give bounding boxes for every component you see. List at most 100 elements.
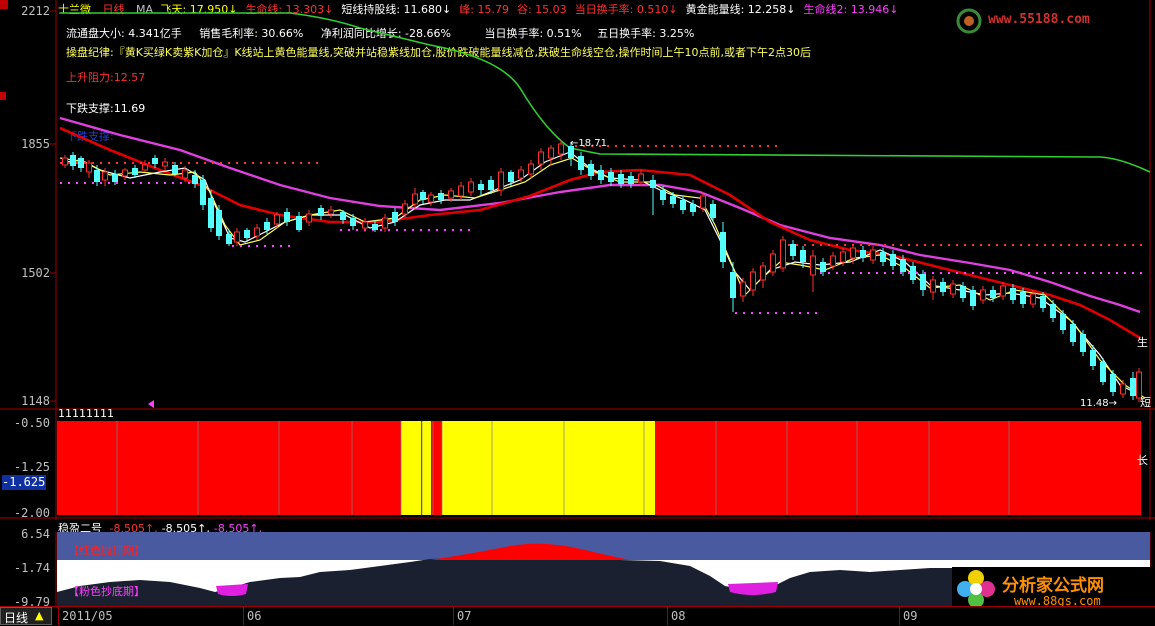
dot: [639, 145, 641, 147]
dot: [232, 245, 234, 247]
candle-body: [458, 185, 464, 197]
candle: [498, 168, 504, 196]
dot: [796, 244, 798, 246]
candle: [950, 280, 956, 298]
dot: [868, 244, 870, 246]
dot: [916, 244, 918, 246]
dot: [892, 272, 894, 274]
candle-body: [1100, 362, 1106, 382]
candle: [362, 218, 368, 232]
signal-yellow-band: [422, 421, 431, 515]
candle-body: [200, 180, 206, 205]
candle: [142, 160, 148, 172]
candle-body: [538, 151, 544, 165]
candle: [216, 205, 222, 240]
dot: [788, 244, 790, 246]
dot: [188, 182, 190, 184]
dot: [1068, 244, 1070, 246]
dot: [703, 145, 705, 147]
dot: [148, 182, 150, 184]
dot: [815, 312, 817, 314]
dot: [988, 244, 990, 246]
dot: [248, 245, 250, 247]
candle: [588, 160, 594, 180]
dot: [244, 162, 246, 164]
dot: [108, 162, 110, 164]
dot: [956, 272, 958, 274]
signal-panel[interactable]: [0, 410, 1155, 520]
candle-body: [1030, 293, 1036, 305]
dot: [964, 244, 966, 246]
dot: [876, 244, 878, 246]
candle: [328, 206, 334, 218]
dot: [252, 162, 254, 164]
price-chart[interactable]: ←18.71 11.48→ 生短: [0, 0, 1155, 410]
dot: [980, 272, 982, 274]
high-annotation: ←18.71: [570, 138, 607, 149]
x-axis-label: 07: [457, 609, 472, 623]
dot: [1028, 244, 1030, 246]
dot: [972, 272, 974, 274]
candle: [208, 190, 214, 232]
candle-body: [870, 249, 876, 261]
dot: [884, 272, 886, 274]
dot: [92, 162, 94, 164]
candle-body: [172, 165, 178, 174]
candle-body: [62, 157, 68, 166]
candle-body: [192, 175, 198, 184]
candle: [890, 250, 896, 270]
dot: [751, 145, 753, 147]
candle: [200, 175, 206, 210]
candle-body: [1020, 292, 1026, 304]
candle-body: [244, 230, 250, 238]
dot: [1052, 244, 1054, 246]
dot: [68, 182, 70, 184]
candle-body: [226, 234, 232, 244]
last-price-annotation: 11.48→: [1080, 398, 1117, 409]
dot: [679, 145, 681, 147]
dot: [1076, 272, 1078, 274]
candle: [790, 240, 796, 260]
dot: [860, 272, 862, 274]
candle-body: [960, 286, 966, 298]
candle: [468, 178, 474, 196]
dot: [452, 229, 454, 231]
dot: [844, 244, 846, 246]
dot: [180, 162, 182, 164]
candle: [598, 165, 604, 184]
candle-body: [710, 204, 716, 218]
support-dots-3: [340, 229, 470, 231]
candle-body: [402, 203, 408, 215]
candle: [760, 262, 766, 288]
signal-yellow-band: [401, 421, 421, 515]
dot: [108, 182, 110, 184]
candle-body: [362, 221, 368, 229]
candle-body: [750, 271, 756, 291]
candle-body: [1090, 350, 1096, 366]
dot: [799, 312, 801, 314]
candle: [478, 180, 484, 196]
candle: [650, 175, 656, 215]
candle-body: [234, 231, 240, 243]
candle-body: [372, 224, 378, 230]
candle-body: [850, 247, 856, 259]
dot: [1044, 272, 1046, 274]
candle-body: [720, 232, 726, 262]
dot: [164, 182, 166, 184]
dot: [116, 162, 118, 164]
dot: [236, 162, 238, 164]
candle: [578, 152, 584, 175]
dot: [852, 272, 854, 274]
candle: [402, 200, 408, 218]
candle: [420, 190, 426, 204]
dot: [116, 182, 118, 184]
candle: [860, 246, 866, 262]
period-button[interactable]: 日线 ▲: [0, 607, 52, 625]
dot: [1084, 244, 1086, 246]
candle: [780, 236, 786, 272]
dot: [876, 272, 878, 274]
candle: [1110, 370, 1116, 396]
dot: [148, 162, 150, 164]
candle: [284, 208, 290, 226]
dot: [388, 229, 390, 231]
